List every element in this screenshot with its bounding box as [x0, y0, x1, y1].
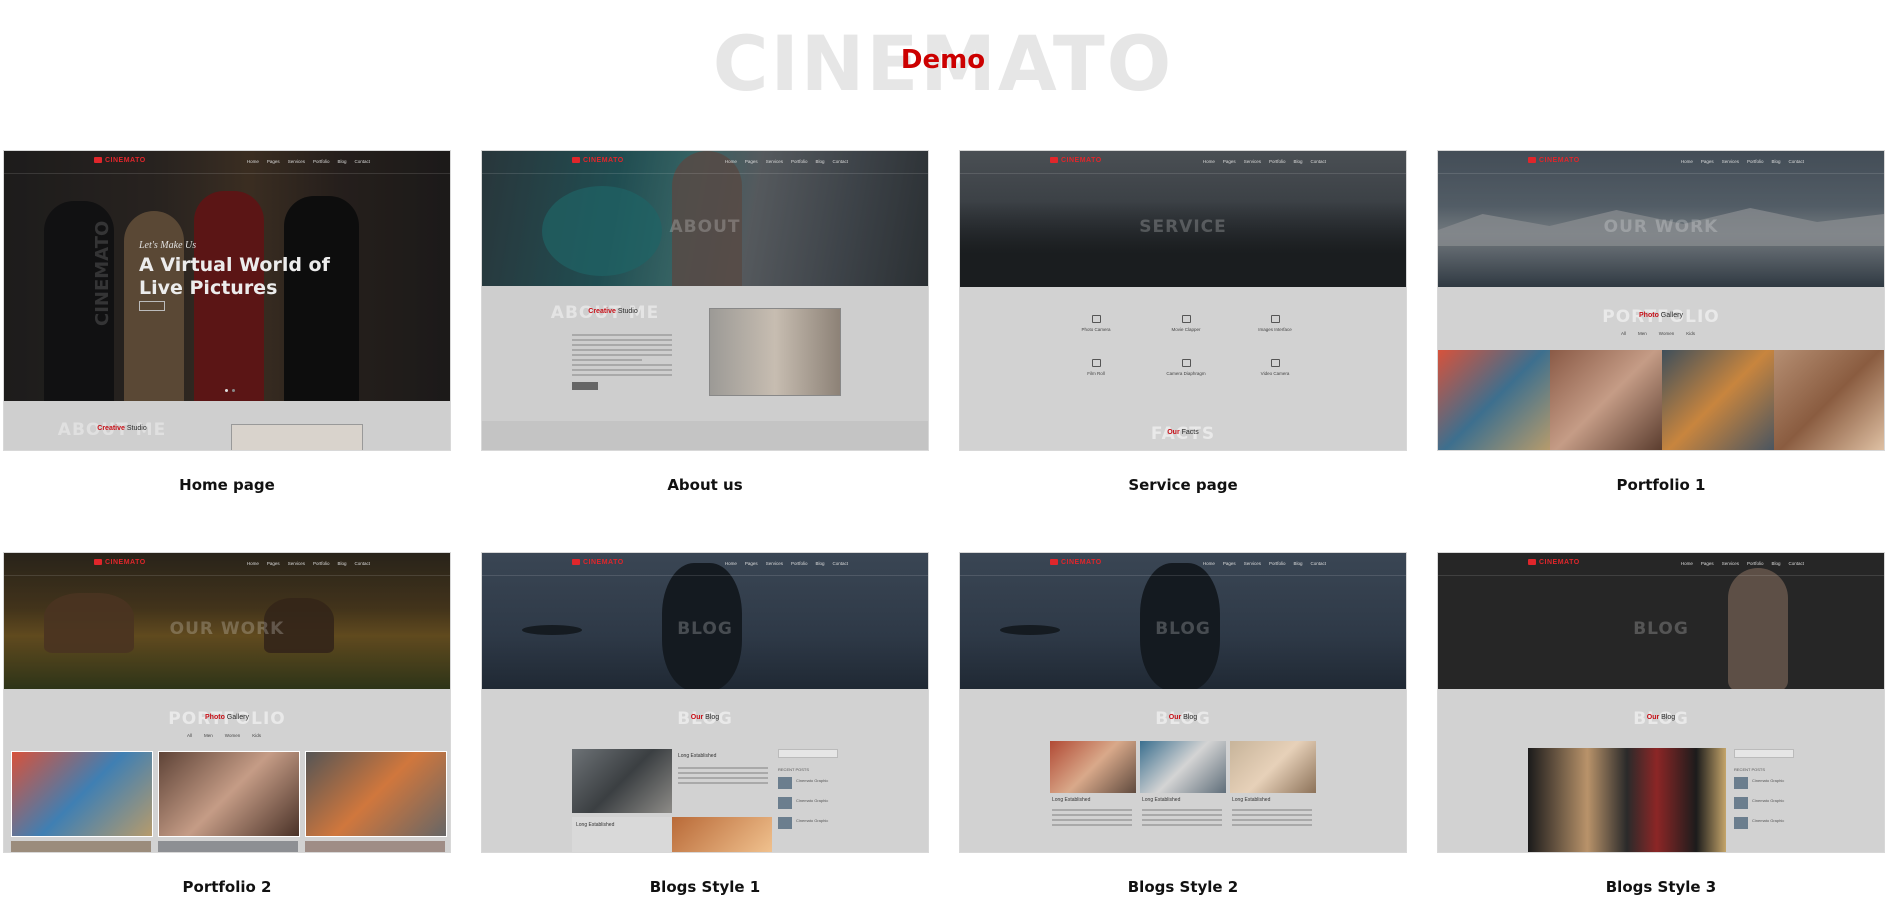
demo-caption[interactable]: Home page: [3, 476, 451, 494]
demo-preview-about[interactable]: ABOUT ABOUT ME Creative Studio CINEMATO …: [481, 150, 929, 451]
demo-preview-blog-3[interactable]: BLOG BLOG Our Blog RECENT POSTS Cinemato…: [1437, 552, 1885, 853]
preview-body: PORTFOLIO Photo Gallery All Men Women Kids: [4, 689, 450, 852]
preview-body: ABOUT ME Creative Studio: [4, 401, 450, 450]
demo-card-home: CINEMATO Let's Make Us A Virtual World o…: [3, 150, 451, 494]
demo-card-service: SERVICE Photo Camera Movie Clapper Image…: [959, 150, 1407, 494]
preview-hero-title: A Virtual World of Live Pictures: [139, 254, 330, 299]
demo-caption[interactable]: Blogs Style 1: [481, 878, 929, 896]
demo-caption[interactable]: About us: [481, 476, 929, 494]
demo-preview-portfolio-1[interactable]: OUR WORK PORTFOLIO Photo Gallery All Men W…: [1437, 150, 1885, 451]
preview-navbar: CINEMATO Home Pages Services Portfolio Blog C…: [960, 151, 1406, 174]
preview-body: ABOUT ME Creative Studio: [482, 286, 928, 450]
preview-navbar: CINEMATO Home Pages Services Portfolio Blog C…: [482, 151, 928, 174]
demo-preview-home[interactable]: CINEMATO Let's Make Us A Virtual World o…: [3, 150, 451, 451]
demo-caption[interactable]: Blogs Style 3: [1437, 878, 1885, 896]
demo-card-blog-1: BLOG BLOG Our Blog Long Established Long…: [481, 552, 929, 896]
preview-navbar: CINEMATO Home Pages Services Portfolio Blog C…: [1438, 553, 1884, 576]
preview-body: Photo Camera Movie Clapper Images Interf…: [960, 287, 1406, 450]
preview-body: BLOG Our Blog RECENT POSTS Cinemato Grap…: [1438, 689, 1884, 852]
preview-navbar: CINEMATO Home Pages Services Portfolio Blog C…: [4, 151, 450, 174]
demo-card-portfolio-2: OUR WORK PORTFOLIO Photo Gallery All Men W…: [3, 552, 451, 896]
preview-navbar: CINEMATO Home Pages Services Portfolio Blog C…: [4, 553, 450, 576]
demo-card-blog-3: BLOG BLOG Our Blog RECENT POSTS Cinemato…: [1437, 552, 1885, 896]
demo-preview-blog-2[interactable]: BLOG BLOG Our Blog Long Established Long…: [959, 552, 1407, 853]
preview-body: BLOG Our Blog Long Established Long Esta…: [960, 689, 1406, 852]
demo-preview-blog-1[interactable]: BLOG BLOG Our Blog Long Established Long…: [481, 552, 929, 853]
preview-navbar: CINEMATO Home Pages Services Portfolio Blog C…: [960, 553, 1406, 576]
preview-tagline: Let's Make Us: [139, 240, 197, 251]
preview-body: BLOG Our Blog Long Established Long Esta…: [482, 689, 928, 852]
demo-preview-service[interactable]: SERVICE Photo Camera Movie Clapper Image…: [959, 150, 1407, 451]
demo-caption[interactable]: Service page: [959, 476, 1407, 494]
demo-caption[interactable]: Blogs Style 2: [959, 878, 1407, 896]
demo-card-blog-2: BLOG BLOG Our Blog Long Established Long…: [959, 552, 1407, 896]
preview-hero-image: CINEMATO Let's Make Us A Virtual World o…: [4, 151, 450, 403]
page-title: Demo: [900, 45, 986, 75]
demo-caption[interactable]: Portfolio 2: [3, 878, 451, 896]
page-header: CINEMATO Demo: [0, 0, 1886, 120]
preview-navbar: CINEMATO Home Pages Services Portfolio Blog C…: [482, 553, 928, 576]
preview-navbar: CINEMATO Home Pages Services Portfolio Blog C…: [1438, 151, 1884, 174]
demo-card-about: ABOUT ABOUT ME Creative Studio CINEMATO …: [481, 150, 929, 494]
preview-body: PORTFOLIO Photo Gallery All Men Women Kids: [1438, 287, 1884, 450]
demo-card-portfolio-1: OUR WORK PORTFOLIO Photo Gallery All Men W…: [1437, 150, 1885, 494]
demo-preview-portfolio-2[interactable]: OUR WORK PORTFOLIO Photo Gallery All Men W…: [3, 552, 451, 853]
preview-watermark: CINEMATO: [92, 220, 113, 326]
demo-caption[interactable]: Portfolio 1: [1437, 476, 1885, 494]
